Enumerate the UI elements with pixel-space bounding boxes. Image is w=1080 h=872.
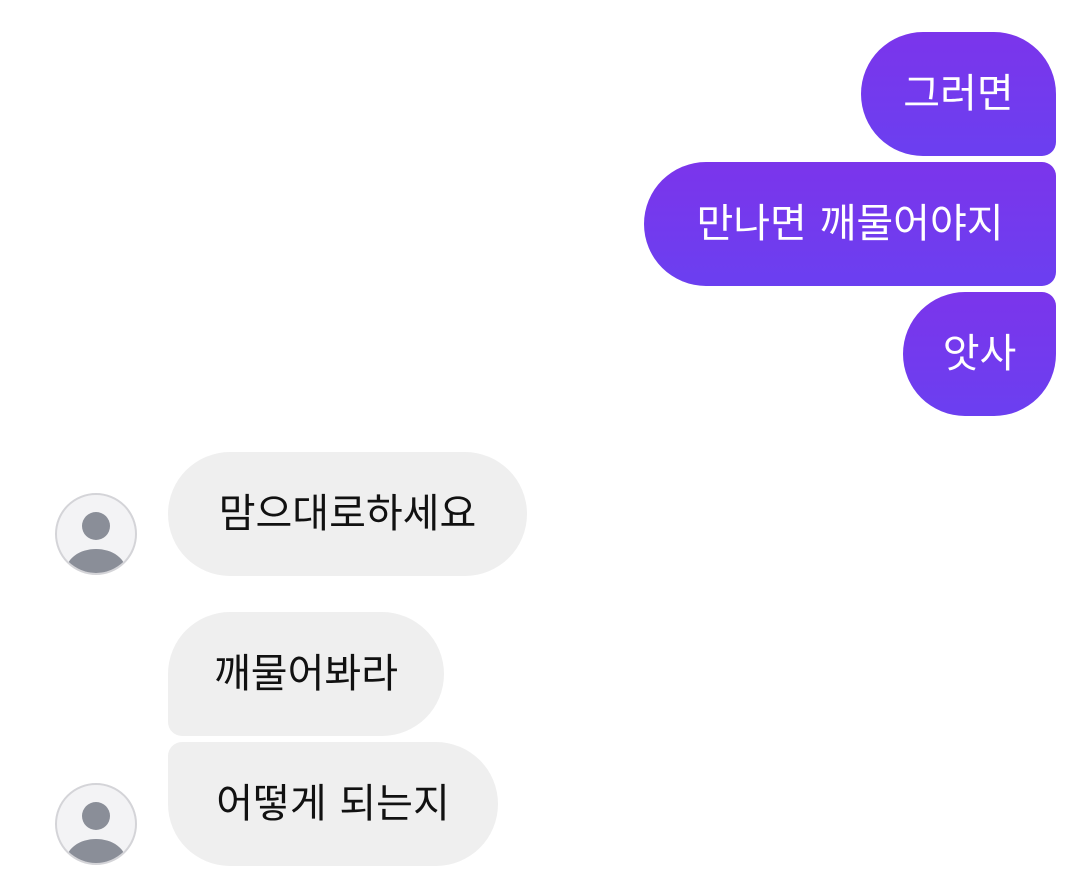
received-message-text: 맘으대로하세요 xyxy=(218,491,477,537)
received-message-text: 어떻게 되는지 xyxy=(216,781,450,827)
sent-message-text: 그러면 xyxy=(903,71,1014,117)
sent-message-text: 만나면 깨물어야지 xyxy=(696,201,1004,247)
sent-message-bubble[interactable]: 그러면 xyxy=(861,32,1056,156)
received-message-bubble[interactable]: 깨물어봐라 xyxy=(168,612,444,736)
sent-message-bubble[interactable]: 만나면 깨물어야지 xyxy=(644,162,1056,286)
sent-message-text: 앗사 xyxy=(942,331,1017,377)
received-message-bubble[interactable]: 맘으대로하세요 xyxy=(168,452,527,576)
received-message-bubble[interactable]: 어떻게 되는지 xyxy=(168,742,498,866)
received-message-text: 깨물어봐라 xyxy=(214,651,398,697)
sent-message-bubble[interactable]: 앗사 xyxy=(903,292,1056,416)
user-avatar-icon[interactable] xyxy=(55,493,137,575)
user-avatar-icon[interactable] xyxy=(55,783,137,865)
